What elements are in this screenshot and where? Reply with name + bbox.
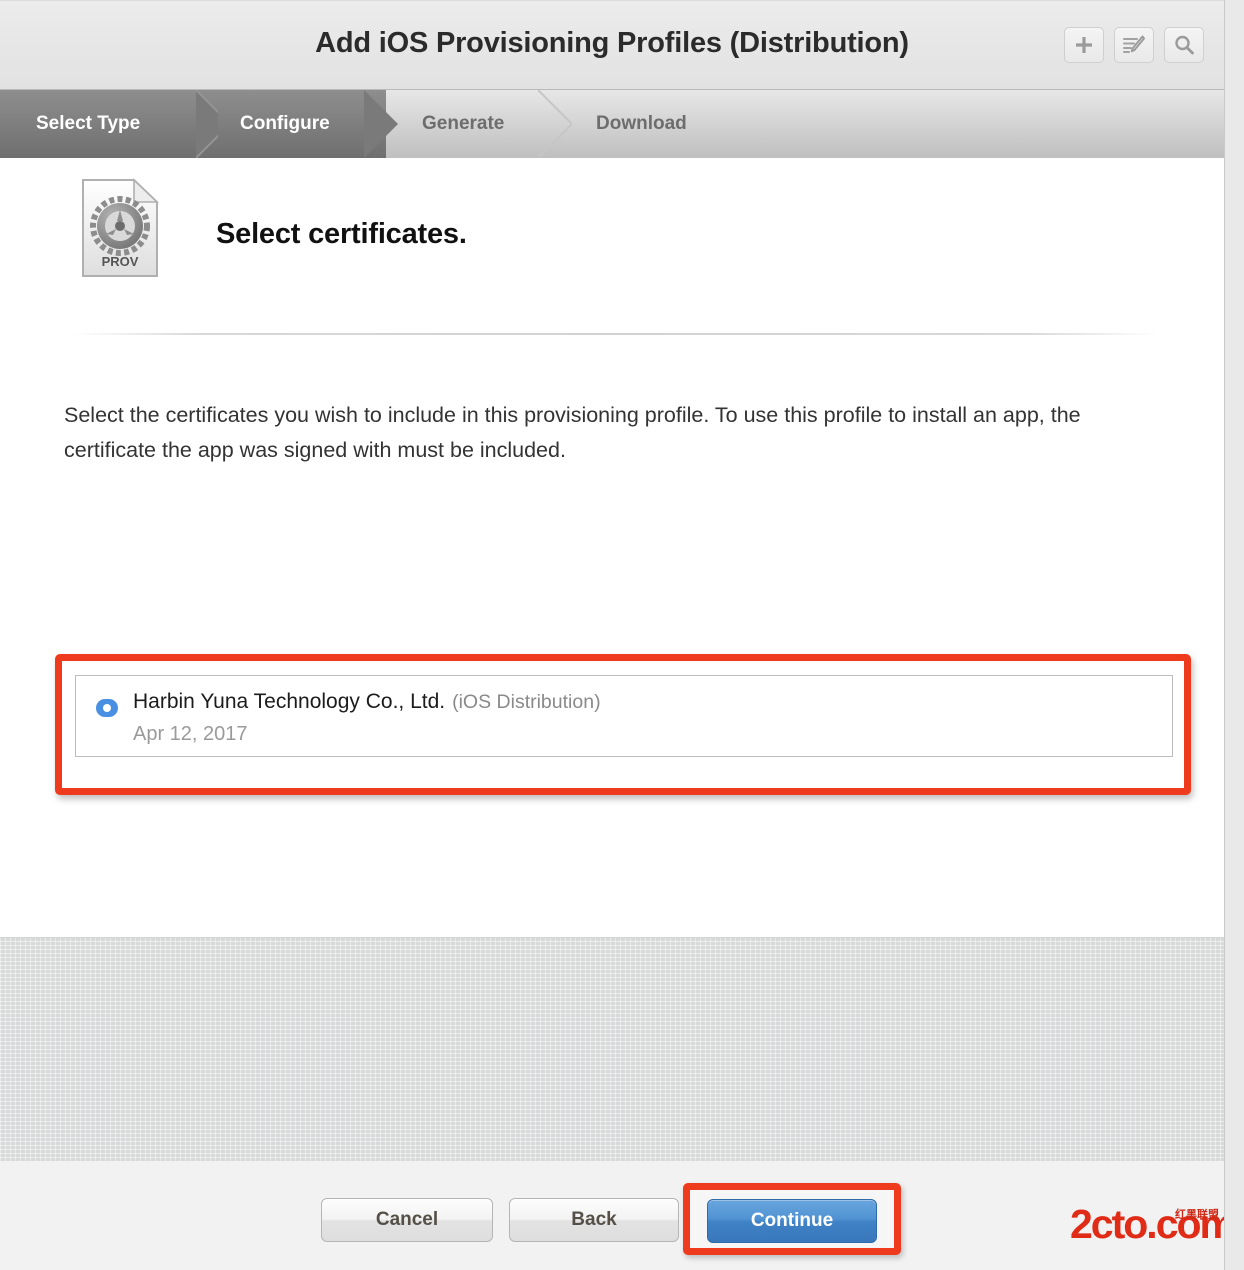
step-configure[interactable]: Configure (218, 90, 386, 158)
certificate-name: Harbin Yuna Technology Co., Ltd. (133, 690, 446, 713)
certificate-checkbox[interactable] (96, 699, 118, 717)
dialog-window: Add iOS Provisioning Profiles (Distribut… (0, 0, 1225, 1270)
step-label: Download (596, 113, 687, 134)
linen-texture-panel (0, 937, 1224, 1162)
svg-text:PROV: PROV (102, 254, 139, 269)
certificate-row[interactable]: Harbin Yuna Technology Co., Ltd. (iOS Dis… (76, 676, 1172, 756)
footer-bar: Cancel Back (0, 1161, 1224, 1270)
step-generate[interactable]: Generate (398, 90, 558, 158)
search-button[interactable] (1164, 27, 1204, 63)
section-heading: Select certificates. (216, 218, 467, 250)
provisioning-profile-icon: PROV (80, 178, 160, 278)
page-title: Add iOS Provisioning Profiles (Distribut… (315, 27, 909, 59)
certificate-highlight-annotation: Harbin Yuna Technology Co., Ltd. (iOS Dis… (55, 654, 1191, 795)
certificate-list: Harbin Yuna Technology Co., Ltd. (iOS Dis… (75, 675, 1173, 757)
continue-highlight-annotation: Continue (683, 1183, 901, 1255)
add-button[interactable] (1064, 27, 1104, 63)
back-button[interactable]: Back (509, 1198, 679, 1242)
step-select-type[interactable]: Select Type (0, 90, 218, 158)
certificate-type: (iOS Distribution) (452, 691, 601, 713)
edit-button[interactable] (1114, 27, 1154, 63)
step-label: Generate (422, 113, 505, 134)
certificate-date: Apr 12, 2017 (133, 723, 248, 745)
edit-pencil-icon (1122, 34, 1146, 56)
title-bar: Add iOS Provisioning Profiles (Distribut… (0, 0, 1224, 90)
main-content: PROV Select certificates. Select the cer… (0, 158, 1224, 928)
title-bar-actions (1064, 27, 1204, 63)
step-label: Select Type (36, 113, 141, 134)
search-icon (1173, 34, 1195, 56)
wizard-steps: Select Type Configure Generate Download (0, 90, 1224, 158)
cancel-button[interactable]: Cancel (321, 1198, 493, 1242)
section-divider (72, 333, 1158, 335)
checkbox-dot-icon (103, 704, 111, 712)
step-download[interactable]: Download (572, 90, 772, 158)
step-label: Configure (240, 113, 330, 134)
plus-icon (1073, 34, 1095, 56)
continue-button[interactable]: Continue (707, 1199, 877, 1243)
certificate-name-line: Harbin Yuna Technology Co., Ltd. (iOS Dis… (133, 690, 601, 714)
instructions-text: Select the certificates you wish to incl… (64, 403, 1081, 462)
